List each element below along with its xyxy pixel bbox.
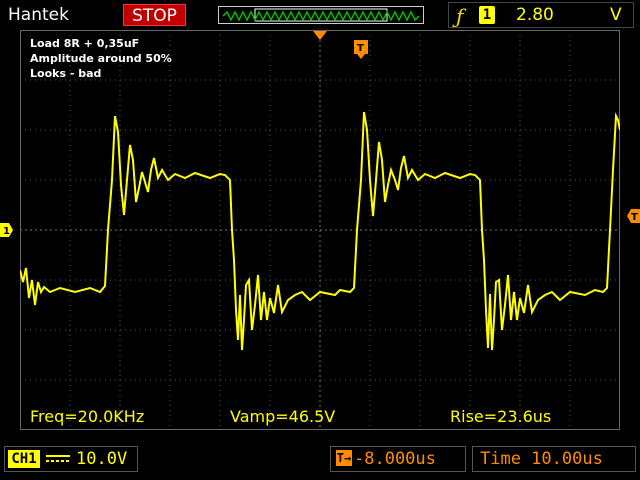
trigger-position-arrow-icon[interactable] xyxy=(312,30,328,42)
svg-text:1: 1 xyxy=(3,226,10,237)
trigger-arrow-icon: T→ xyxy=(336,450,352,466)
svg-text:T: T xyxy=(357,43,364,54)
amplitude-measurement: Vamp=46.5V xyxy=(230,407,336,426)
trigger-source-badge: 1 xyxy=(479,6,495,24)
trigger-position-value: -8.000us xyxy=(354,449,436,469)
brand-logo: Hantek xyxy=(8,5,69,25)
center-axes xyxy=(20,30,620,430)
trigger-time-marker[interactable]: T xyxy=(354,40,368,60)
rising-edge-icon: ƒ xyxy=(456,4,464,28)
overview-wave xyxy=(222,3,420,22)
volts-per-div: 10.0V xyxy=(76,449,128,469)
trigger-level-unit: V xyxy=(610,5,622,25)
annotation-line-3: Looks - bad xyxy=(30,67,102,80)
frequency-measurement: Freq=20.0KHz xyxy=(30,407,145,426)
waveform-display[interactable] xyxy=(20,30,620,430)
trigger-level: 2.80 xyxy=(516,5,554,25)
overview-trace xyxy=(222,10,420,22)
annotation-line-2: Amplitude around 50% xyxy=(30,52,172,65)
time-per-div: Time 10.00us xyxy=(480,449,603,469)
dc-coupling-icon xyxy=(44,448,72,472)
channel1-badge: CH1 xyxy=(8,450,40,468)
annotation-line-1: Load 8R + 0,35uF xyxy=(30,37,140,50)
run-stop-button[interactable]: STOP xyxy=(123,4,186,26)
svg-text:T: T xyxy=(631,212,638,223)
rise-time-measurement: Rise=23.6us xyxy=(450,407,552,426)
channel1-level-marker[interactable]: 1 xyxy=(0,222,14,238)
waveform-overview-bar[interactable] xyxy=(218,3,424,24)
trigger-level-marker[interactable]: T xyxy=(626,208,640,224)
